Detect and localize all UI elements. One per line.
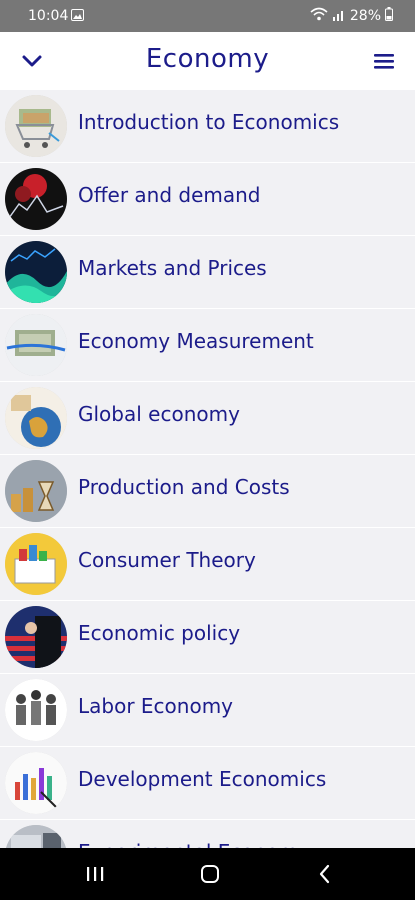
battery-icon [385, 7, 393, 25]
red-chart-thumbnail [5, 168, 67, 230]
list-item-label: Development Economics [78, 767, 327, 791]
flag-podium-thumbnail [5, 606, 67, 668]
signal-icon [332, 8, 346, 25]
banknotes-tape-thumbnail [5, 314, 67, 376]
list-item-label: Production and Costs [78, 475, 290, 499]
list-item[interactable]: Economic policy [0, 601, 415, 674]
back-icon[interactable] [313, 862, 337, 886]
bar-chart-paper-thumbnail [5, 752, 67, 814]
list-item-label: Introduction to Economics [78, 110, 340, 134]
list-item-label: Experimental Economy [78, 840, 310, 848]
shopping-basket-thumbnail [5, 533, 67, 595]
stock-wave-thumbnail [5, 241, 67, 303]
list-item-label: Labor Economy [78, 694, 234, 718]
list-item[interactable]: Introduction to Economics [0, 90, 415, 163]
topic-list: Introduction to Economics Offer and dema… [0, 90, 415, 848]
system-nav-bar [0, 848, 415, 900]
coins-hourglass-thumbnail [5, 460, 67, 522]
list-item[interactable]: Markets and Prices [0, 236, 415, 309]
status-bar: 10:04 28% [0, 0, 415, 32]
list-item[interactable]: Development Economics [0, 747, 415, 820]
list-item-label: Economy Measurement [78, 329, 314, 353]
list-item-label: Offer and demand [78, 183, 261, 207]
desk-thumbnail [5, 825, 67, 848]
list-item[interactable]: Consumer Theory [0, 528, 415, 601]
list-item[interactable]: Offer and demand [0, 163, 415, 236]
status-right-group: 28% [310, 7, 393, 25]
page-title: Economy [145, 44, 270, 74]
globe-thumbnail [5, 387, 67, 449]
list-item-label: Markets and Prices [78, 256, 267, 280]
list-item[interactable]: Production and Costs [0, 455, 415, 528]
wifi-icon [310, 7, 328, 25]
list-item-label: Economic policy [78, 621, 241, 645]
hamburger-menu-icon[interactable] [373, 51, 395, 71]
list-item[interactable]: Global economy [0, 382, 415, 455]
list-item[interactable]: Labor Economy [0, 674, 415, 747]
status-time: 10:04 [28, 8, 69, 24]
list-item-label: Consumer Theory [78, 548, 256, 572]
app-bar: Economy [0, 32, 415, 91]
home-icon[interactable] [198, 862, 222, 886]
gallery-icon [71, 9, 84, 21]
list-item[interactable]: Experimental Economy [0, 820, 415, 848]
shopping-cart-money-thumbnail [5, 95, 67, 157]
list-item-label: Global economy [78, 402, 240, 426]
workers-thumbnail [5, 679, 67, 741]
battery-percent: 28% [349, 8, 381, 24]
recent-apps-icon[interactable] [83, 862, 107, 886]
list-item[interactable]: Economy Measurement [0, 309, 415, 382]
